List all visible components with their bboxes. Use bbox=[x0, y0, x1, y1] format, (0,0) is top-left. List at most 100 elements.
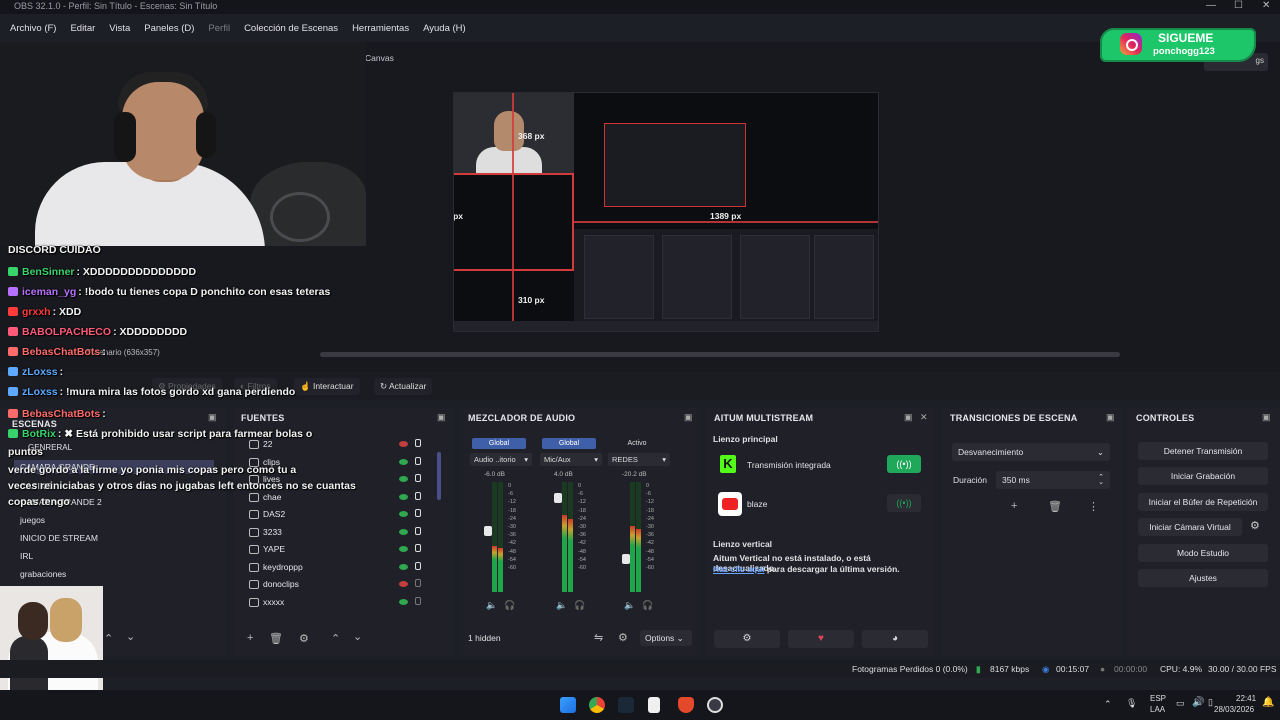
virtual-camera-button[interactable]: Iniciar Cámara Virtual bbox=[1138, 518, 1242, 536]
maximize-button[interactable]: ☐ bbox=[1234, 0, 1243, 12]
transition-select[interactable]: Desvanecimiento ⌄ bbox=[952, 443, 1110, 461]
add-transition-icon[interactable]: + bbox=[1011, 500, 1017, 512]
source-row[interactable]: keydroppp bbox=[239, 561, 425, 578]
dock-float-icon[interactable]: ▣ bbox=[1262, 412, 1271, 423]
visibility-icon[interactable] bbox=[399, 476, 408, 482]
dock-float-icon[interactable]: ▣ bbox=[904, 412, 913, 423]
volume-fader[interactable] bbox=[554, 493, 562, 503]
source-settings-icon[interactable]: ⚙ bbox=[299, 632, 309, 645]
output-toggle-inactive[interactable]: ((•)) bbox=[887, 494, 921, 512]
lock-icon[interactable] bbox=[415, 509, 421, 517]
speaker-icon[interactable]: 🔈 bbox=[486, 600, 497, 611]
lock-icon[interactable] bbox=[415, 561, 421, 570]
download-link[interactable]: Haz clic aquí bbox=[713, 564, 765, 574]
dock-float-icon[interactable]: ▣ bbox=[1106, 412, 1115, 423]
menu-paneles[interactable]: Paneles (D) bbox=[144, 23, 194, 34]
brave-icon[interactable] bbox=[678, 697, 694, 713]
dock-close-icon[interactable]: ✕ bbox=[920, 412, 928, 423]
menu-archivo[interactable]: Archivo (F) bbox=[10, 23, 56, 34]
tray-expand-icon[interactable]: ⌃ bbox=[1104, 699, 1112, 710]
volume-fader[interactable] bbox=[622, 554, 630, 564]
mixer-layout-icon[interactable]: ⇋ bbox=[594, 631, 603, 644]
visibility-icon[interactable] bbox=[399, 563, 408, 570]
multistream-discord-button[interactable]: ◕ bbox=[862, 630, 928, 648]
file-icon[interactable] bbox=[648, 697, 660, 713]
mic-icon[interactable]: 🎙 bbox=[1126, 698, 1137, 709]
headphones-icon[interactable]: 🎧 bbox=[504, 600, 515, 611]
sources-scrollbar[interactable] bbox=[437, 452, 441, 500]
scene-item[interactable]: grabaciones bbox=[20, 569, 66, 579]
mixer-options-button[interactable]: Options ⌄ bbox=[640, 630, 692, 646]
delete-source-icon[interactable]: 🗑 bbox=[269, 632, 283, 645]
move-down-icon[interactable]: ⌄ bbox=[126, 630, 135, 643]
minimize-button[interactable]: — bbox=[1206, 0, 1216, 12]
clock-date[interactable]: 28/03/2026 bbox=[1214, 705, 1254, 714]
source-row[interactable]: donoclips bbox=[239, 578, 425, 595]
channel-select[interactable]: Audio ..itorio ▾ bbox=[470, 453, 532, 466]
replay-buffer-button[interactable]: Iniciar el Búfer de Repetición bbox=[1138, 493, 1268, 511]
visibility-icon[interactable] bbox=[399, 598, 408, 605]
speaker-icon[interactable]: 🔈 bbox=[556, 600, 567, 611]
move-down-icon[interactable]: ⌄ bbox=[353, 630, 362, 643]
channel-select[interactable]: REDES ▾ bbox=[608, 453, 670, 466]
start-recording-button[interactable]: Iniciar Grabación bbox=[1138, 467, 1268, 485]
add-source-icon[interactable]: + bbox=[247, 632, 253, 644]
visibility-icon[interactable] bbox=[399, 528, 408, 535]
menu-ayuda[interactable]: Ayuda (H) bbox=[423, 23, 466, 34]
scene-item[interactable]: IRL bbox=[20, 551, 33, 561]
menu-vista[interactable]: Vista bbox=[109, 23, 130, 34]
lock-icon[interactable] bbox=[415, 526, 421, 535]
delete-transition-icon[interactable]: 🗑 bbox=[1048, 500, 1062, 513]
duration-input[interactable]: 350 ms ⌃ ⌄ bbox=[996, 471, 1110, 489]
menu-coleccion[interactable]: Colección de Escenas bbox=[244, 23, 338, 34]
preview-horizontal-scrollbar[interactable] bbox=[320, 352, 1120, 357]
lock-icon[interactable] bbox=[415, 491, 421, 500]
windows-start-icon[interactable] bbox=[560, 697, 576, 713]
obs-icon[interactable] bbox=[707, 697, 723, 713]
source-row[interactable]: YAPE bbox=[239, 543, 425, 560]
refresh-button[interactable]: ↻ Actualizar bbox=[374, 378, 433, 395]
headphones-icon[interactable]: 🎧 bbox=[642, 600, 653, 611]
lock-icon[interactable] bbox=[415, 439, 421, 447]
network-icon[interactable]: ▭ bbox=[1176, 698, 1185, 709]
volume-icon[interactable]: 🔊 bbox=[1192, 697, 1204, 708]
source-row[interactable]: xxxxx bbox=[239, 596, 425, 613]
move-up-icon[interactable]: ⌃ bbox=[331, 632, 340, 645]
headphones-icon[interactable]: 🎧 bbox=[574, 600, 585, 611]
canvas-tab[interactable]: Canvas bbox=[365, 53, 413, 69]
visibility-icon[interactable] bbox=[399, 546, 408, 552]
dock-float-icon[interactable]: ▣ bbox=[437, 412, 446, 423]
menu-editar[interactable]: Editar bbox=[70, 23, 95, 34]
menu-herramientas[interactable]: Herramientas bbox=[352, 23, 409, 34]
output-toggle-active[interactable]: ((•)) bbox=[887, 455, 921, 473]
visibility-icon[interactable] bbox=[399, 493, 408, 500]
virtual-camera-settings-icon[interactable]: ⚙ bbox=[1250, 519, 1260, 532]
settings-button[interactable]: Ajustes bbox=[1138, 569, 1268, 587]
program-preview[interactable]: 368 px 7 px 1389 px 310 px bbox=[453, 92, 879, 332]
notification-icon[interactable]: 🔔 bbox=[1262, 697, 1274, 708]
multistream-settings-button[interactable]: ⚙ bbox=[714, 630, 780, 648]
lock-icon[interactable] bbox=[415, 596, 421, 605]
source-row[interactable]: 3233 bbox=[239, 526, 425, 543]
steam-icon[interactable] bbox=[618, 697, 634, 713]
multistream-heart-button[interactable]: ♥ bbox=[788, 630, 854, 648]
spinner-icon[interactable]: ⌃ ⌄ bbox=[1098, 474, 1104, 486]
volume-fader[interactable] bbox=[484, 526, 492, 536]
stop-stream-button[interactable]: Detener Transmisión bbox=[1138, 442, 1268, 460]
region-label[interactable]: LAA bbox=[1150, 705, 1165, 714]
clock-time[interactable]: 22:41 bbox=[1236, 694, 1256, 703]
channel-select[interactable]: Mic/Aux ▾ bbox=[540, 453, 602, 466]
studio-mode-button[interactable]: Modo Estudio bbox=[1138, 544, 1268, 562]
more-options-icon[interactable]: ⋮ bbox=[1088, 500, 1099, 513]
visibility-icon[interactable] bbox=[399, 458, 408, 465]
speaker-icon[interactable]: 🔈 bbox=[624, 600, 635, 611]
lock-icon[interactable] bbox=[415, 474, 421, 482]
lock-icon[interactable] bbox=[415, 456, 421, 465]
visibility-icon[interactable] bbox=[399, 511, 408, 517]
move-up-icon[interactable]: ⌃ bbox=[104, 632, 113, 645]
dock-float-icon[interactable]: ▣ bbox=[684, 412, 693, 423]
visibility-icon[interactable] bbox=[399, 441, 408, 447]
mixer-settings-icon[interactable]: ⚙ bbox=[618, 631, 628, 644]
battery-icon[interactable]: ▯ bbox=[1208, 697, 1213, 708]
chrome-icon[interactable] bbox=[589, 697, 605, 713]
